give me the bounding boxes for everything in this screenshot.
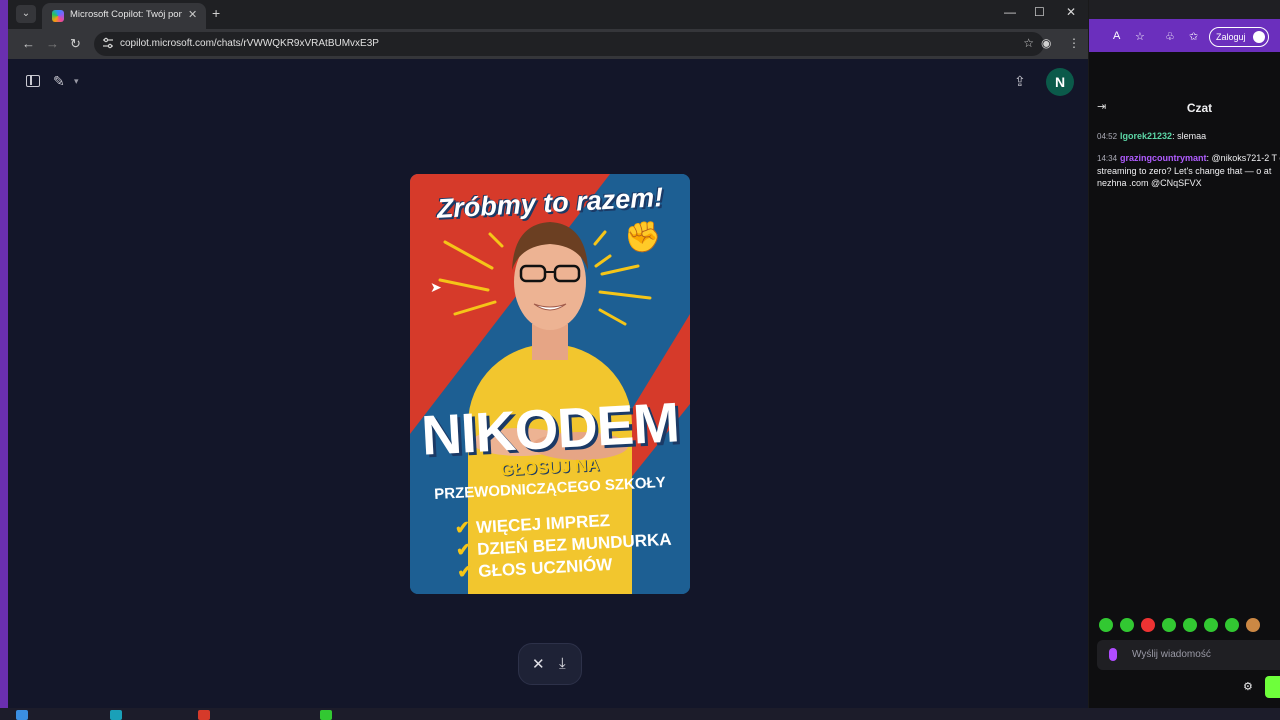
browser-toolbar: ← → ↻ copilot.microsoft.com/chats/rVWWQK… [8, 29, 1088, 59]
reload-icon[interactable]: ↻ [70, 36, 81, 52]
gear-icon[interactable]: ⚙ [1243, 680, 1253, 693]
chevron-down-icon[interactable]: ▾ [74, 76, 79, 87]
close-viewer-icon[interactable]: ✕ [532, 655, 545, 673]
chat-message: 14:34 grazingcountrymant: @nikoks721-2 T … [1097, 153, 1280, 188]
emote-icon[interactable] [1162, 618, 1176, 632]
profile-icon[interactable]: ◉ [1041, 36, 1051, 50]
generated-poster-image: Zróbmy to razem! ✊ NIKODEM GŁOSUJ NA PRZ… [410, 174, 690, 594]
image-viewer-controls: ✕ ⤓ [518, 643, 582, 685]
emote-icon[interactable] [1183, 618, 1197, 632]
windows-taskbar [0, 708, 1280, 720]
taskbar-app-icon[interactable] [320, 710, 332, 720]
emote-icon[interactable] [1120, 618, 1134, 632]
share-icon[interactable]: ⇪ [1014, 73, 1026, 90]
new-chat-icon[interactable]: ✎ [53, 73, 65, 90]
stream-chat-panel: A ☆ ♧ ✩ Zaloguj ⇥ Czat 04:52 lgorek21232:… [1089, 0, 1280, 720]
chat-username[interactable]: grazingcountrymant [1120, 153, 1207, 163]
checkmark-icon: ✔ [455, 539, 472, 561]
emote-icon[interactable] [1099, 618, 1113, 632]
emote-icon[interactable] [1246, 618, 1260, 632]
checkmark-icon: ✔ [454, 517, 471, 539]
tab-close-icon[interactable]: ✕ [188, 8, 197, 21]
emote-icon[interactable] [1225, 618, 1239, 632]
address-bar[interactable]: copilot.microsoft.com/chats/rVWWQKR9xVRA… [94, 32, 1044, 56]
new-tab-button[interactable]: + [212, 5, 220, 21]
tab-strip: ⌄ Microsoft Copilot: Twój pomocnik ✕ + —… [8, 0, 1088, 29]
collections-icon[interactable]: ✩ [1189, 30, 1198, 43]
sidebar-toggle-icon[interactable] [26, 75, 40, 87]
bookmark-star-icon[interactable]: ☆ [1023, 36, 1034, 50]
send-button[interactable] [1265, 676, 1280, 698]
emote-bar [1099, 618, 1280, 636]
raised-fist-icon: ✊ [624, 221, 662, 254]
copilot-favicon-icon [52, 10, 64, 22]
chat-title: Czat [1186, 101, 1213, 115]
taskbar-app-icon[interactable] [110, 710, 122, 720]
user-avatar[interactable]: N [1046, 68, 1074, 96]
checkmark-icon: ✔ [456, 561, 473, 582]
microphone-icon[interactable] [1109, 648, 1117, 661]
site-info-icon[interactable] [102, 37, 114, 49]
browser-menu-icon[interactable]: ⋮ [1068, 36, 1080, 50]
tab-copilot[interactable]: Microsoft Copilot: Twój pomocnik ✕ [42, 3, 206, 29]
download-icon[interactable]: ⤓ [559, 655, 566, 672]
background-window-edge [0, 0, 8, 720]
tab-title: Microsoft Copilot: Twój pomocnik [70, 9, 182, 20]
extensions-icon[interactable]: ♧ [1165, 30, 1175, 43]
back-icon[interactable]: ← [22, 36, 35, 51]
chat-message: 04:52 lgorek21232: slemaa [1097, 131, 1207, 141]
close-window-icon[interactable]: ✕ [1066, 5, 1076, 19]
mouse-cursor-icon: ➤ [430, 279, 442, 295]
emote-icon[interactable] [1141, 618, 1155, 632]
chat-window-titlebar [1089, 0, 1280, 19]
poster-promises-list: ✔ WIĘCEJ IMPREZ ✔ DZIEŃ BEZ MUNDURKA ✔ GŁOS… [454, 506, 687, 584]
chat-input[interactable]: Wyślij wiadomość [1097, 640, 1280, 670]
minimize-icon[interactable]: — [1004, 5, 1016, 19]
chat-messages: 04:52 lgorek21232: slemaa 14:34 grazingcou… [1097, 130, 1280, 198]
tab-search-button[interactable]: ⌄ [16, 5, 36, 23]
maximize-icon[interactable]: ☐ [1034, 5, 1045, 19]
login-button[interactable]: Zaloguj [1209, 27, 1269, 47]
read-aloud-icon[interactable]: A [1113, 30, 1120, 42]
browser-window: ⌄ Microsoft Copilot: Twój pomocnik ✕ + —… [8, 0, 1088, 708]
favorite-star-icon[interactable]: ☆ [1135, 30, 1145, 43]
chat-input-placeholder: Wyślij wiadomość [1132, 649, 1211, 660]
taskbar-app-icon[interactable] [198, 710, 210, 720]
emote-icon[interactable] [1204, 618, 1218, 632]
chat-site-toolbar: A ☆ ♧ ✩ Zaloguj [1089, 19, 1280, 52]
url-text: copilot.microsoft.com/chats/rVWWQKR9xVRA… [120, 38, 379, 49]
forward-icon[interactable]: → [46, 36, 59, 51]
start-icon[interactable] [16, 710, 28, 720]
copilot-page: ✎ ▾ ⇪ N Zróbmy to razem! ✊ NIKODEM GŁOSU… [8, 59, 1088, 708]
chat-username[interactable]: lgorek21232 [1120, 131, 1172, 141]
chat-header: ⇥ Czat [1089, 92, 1280, 122]
